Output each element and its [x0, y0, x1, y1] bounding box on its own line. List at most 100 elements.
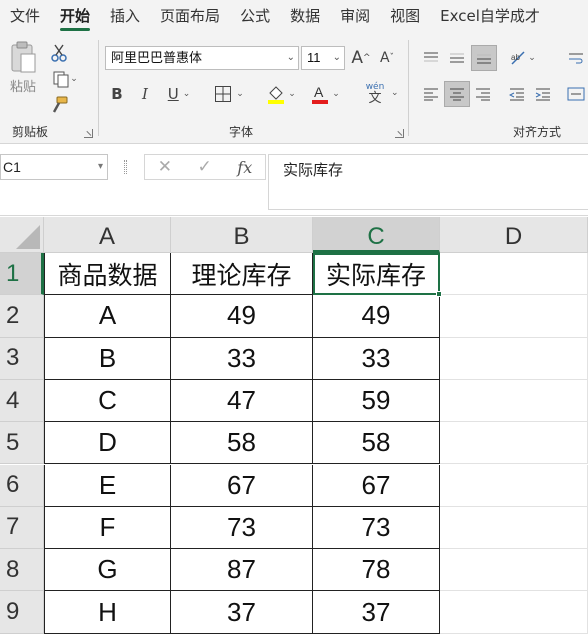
fill-handle[interactable]: [436, 291, 442, 298]
tab-file[interactable]: 文件: [0, 0, 50, 34]
cell-b5[interactable]: 58: [171, 422, 313, 465]
select-all-button[interactable]: [0, 217, 44, 253]
cell-d3[interactable]: [440, 337, 588, 380]
font-color-button[interactable]: A ⌄: [305, 82, 345, 106]
enter-icon[interactable]: ✓: [198, 157, 212, 177]
cell-b6[interactable]: 67: [171, 464, 313, 507]
row-header[interactable]: 9: [0, 591, 44, 634]
wrap-text-button[interactable]: [565, 46, 587, 70]
tab-data[interactable]: 数据: [280, 0, 330, 34]
cell-a8[interactable]: G: [44, 549, 171, 592]
underline-button[interactable]: U ⌄: [161, 82, 197, 106]
bold-button[interactable]: B: [105, 82, 129, 106]
tab-page-layout[interactable]: 页面布局: [150, 0, 230, 34]
cell-c5[interactable]: 58: [313, 422, 440, 465]
cell-a2[interactable]: A: [44, 295, 171, 338]
cell-b8[interactable]: 87: [171, 549, 313, 592]
font-name-select[interactable]: 阿里巴巴普惠体 ⌄: [105, 46, 299, 70]
cell-d1[interactable]: [440, 253, 588, 296]
cell-d9[interactable]: [440, 591, 588, 634]
align-right-button[interactable]: [471, 82, 495, 106]
chevron-down-icon[interactable]: ▾: [98, 155, 103, 179]
tab-formulas[interactable]: 公式: [230, 0, 280, 34]
chevron-down-icon[interactable]: ⌄: [528, 53, 536, 63]
fill-color-button[interactable]: ⌄: [261, 82, 301, 106]
cell-b1[interactable]: 理论库存: [171, 253, 313, 296]
cell-a9[interactable]: H: [44, 591, 171, 634]
row-header[interactable]: 8: [0, 549, 44, 592]
merge-center-button[interactable]: [565, 82, 587, 106]
copy-button[interactable]: ⌄: [46, 68, 84, 90]
orientation-button[interactable]: ab ⌄: [505, 46, 541, 70]
cell-a6[interactable]: E: [44, 464, 171, 507]
row-header[interactable]: 2: [0, 295, 44, 338]
cancel-icon[interactable]: ✕: [158, 157, 172, 177]
cell-a7[interactable]: F: [44, 506, 171, 550]
cell-c8[interactable]: 78: [313, 549, 440, 592]
column-header-a[interactable]: A: [44, 217, 171, 253]
tab-review[interactable]: 审阅: [330, 0, 380, 34]
name-box[interactable]: C1 ▾: [0, 154, 108, 180]
cut-button[interactable]: [46, 42, 72, 64]
increase-font-size-button[interactable]: A ^: [349, 46, 373, 70]
cell-d6[interactable]: [440, 464, 588, 507]
decrease-indent-button[interactable]: [505, 82, 529, 106]
align-center-button[interactable]: [444, 81, 470, 107]
column-header-b[interactable]: B: [171, 217, 313, 253]
cell-b3[interactable]: 33: [171, 337, 313, 380]
cell-c6[interactable]: 67: [313, 464, 440, 507]
italic-button[interactable]: I: [133, 82, 157, 106]
chevron-down-icon[interactable]: ⌄: [391, 88, 399, 98]
cell-d8[interactable]: [440, 549, 588, 592]
tab-view[interactable]: 视图: [380, 0, 430, 34]
phonetic-guide-button[interactable]: wén 文: [355, 80, 395, 108]
chevron-down-icon[interactable]: ⌄: [332, 89, 340, 99]
chevron-down-icon[interactable]: ⌄: [183, 89, 191, 99]
formula-input[interactable]: 实际库存: [268, 154, 588, 210]
paste-button[interactable]: 粘贴: [6, 40, 40, 104]
column-header-d[interactable]: D: [440, 217, 588, 253]
cell-a4[interactable]: C: [44, 379, 171, 423]
borders-button[interactable]: ⌄: [209, 82, 249, 106]
bottom-align-button[interactable]: [471, 45, 497, 71]
row-header[interactable]: 7: [0, 506, 44, 550]
chevron-down-icon[interactable]: ⌄: [288, 89, 296, 99]
column-header-c[interactable]: C: [313, 217, 440, 253]
cell-b4[interactable]: 47: [171, 379, 313, 423]
middle-align-button[interactable]: [445, 46, 469, 70]
row-header[interactable]: 4: [0, 379, 44, 423]
chevron-down-icon[interactable]: ⌄: [236, 89, 244, 99]
tab-insert[interactable]: 插入: [100, 0, 150, 34]
tab-home[interactable]: 开始: [50, 0, 100, 34]
row-header[interactable]: 1: [0, 253, 44, 296]
cell-d2[interactable]: [440, 295, 588, 338]
cell-c7[interactable]: 73: [313, 506, 440, 550]
cell-c3[interactable]: 33: [313, 337, 440, 380]
formula-bar-grip[interactable]: [124, 160, 127, 174]
increase-indent-button[interactable]: [531, 82, 555, 106]
cell-a1[interactable]: 商品数据: [44, 253, 171, 296]
cell-d7[interactable]: [440, 506, 588, 550]
cell-b7[interactable]: 73: [171, 506, 313, 550]
copy-dropdown-icon[interactable]: ⌄: [70, 74, 78, 84]
row-header[interactable]: 6: [0, 464, 44, 507]
cell-a5[interactable]: D: [44, 422, 171, 465]
row-header[interactable]: 5: [0, 422, 44, 465]
cell-c2[interactable]: 49: [313, 295, 440, 338]
decrease-font-size-button[interactable]: Aˇ: [375, 46, 399, 70]
clipboard-launcher-icon[interactable]: [84, 129, 93, 138]
align-left-button[interactable]: [419, 82, 443, 106]
font-size-select[interactable]: 11 ⌄: [301, 46, 345, 70]
cell-c4[interactable]: 59: [313, 379, 440, 423]
insert-function-icon[interactable]: fx: [237, 158, 252, 177]
tab-excel-zixue[interactable]: Excel自学成才: [430, 0, 550, 34]
top-align-button[interactable]: [419, 46, 443, 70]
cell-b9[interactable]: 37: [171, 591, 313, 634]
row-header[interactable]: 3: [0, 337, 44, 380]
format-painter-button[interactable]: [46, 94, 72, 116]
cell-c9[interactable]: 37: [313, 591, 440, 634]
cell-c1[interactable]: 实际库存: [313, 253, 440, 296]
cell-d4[interactable]: [440, 379, 588, 423]
cell-a3[interactable]: B: [44, 337, 171, 380]
font-launcher-icon[interactable]: [395, 129, 404, 138]
